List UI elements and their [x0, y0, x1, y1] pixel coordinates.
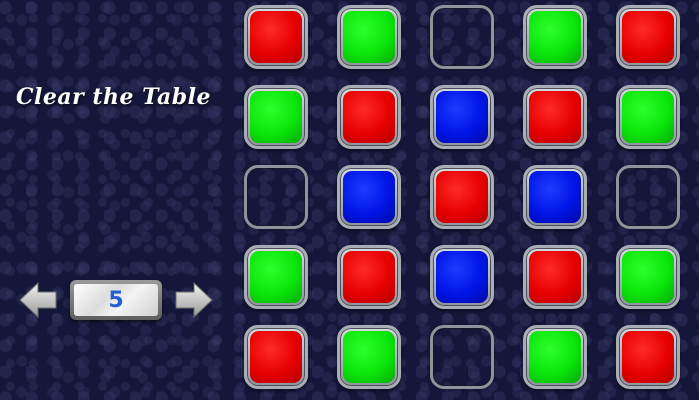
green-tile[interactable]	[337, 5, 401, 69]
tile-fill	[622, 331, 674, 383]
tile-fill	[433, 328, 491, 386]
tile-fill	[436, 251, 488, 303]
tile-fill	[343, 11, 395, 63]
level-number: 5	[74, 284, 158, 316]
green-tile[interactable]	[337, 325, 401, 389]
green-tile[interactable]	[616, 245, 680, 309]
red-tile[interactable]	[616, 325, 680, 389]
tile-fill	[436, 171, 488, 223]
red-tile[interactable]	[244, 5, 308, 69]
green-tile[interactable]	[616, 85, 680, 149]
green-tile[interactable]	[244, 85, 308, 149]
blue-tile[interactable]	[523, 165, 587, 229]
tile-fill	[436, 91, 488, 143]
blue-tile[interactable]	[337, 165, 401, 229]
tile-fill	[250, 331, 302, 383]
empty-slot	[430, 5, 494, 69]
tile-fill	[343, 91, 395, 143]
red-tile[interactable]	[430, 165, 494, 229]
empty-slot	[430, 325, 494, 389]
red-tile[interactable]	[523, 85, 587, 149]
tile-fill	[343, 171, 395, 223]
blue-tile[interactable]	[430, 245, 494, 309]
arrow-right-icon	[174, 280, 214, 320]
tile-fill	[529, 331, 581, 383]
tile-fill	[619, 168, 677, 226]
tile-fill	[247, 168, 305, 226]
blue-tile[interactable]	[430, 85, 494, 149]
tile-fill	[529, 251, 581, 303]
red-tile[interactable]	[337, 85, 401, 149]
green-tile[interactable]	[523, 325, 587, 389]
tile-fill	[622, 91, 674, 143]
arrow-left-icon	[18, 280, 58, 320]
level-selector: 5	[18, 278, 218, 324]
tile-fill	[343, 331, 395, 383]
tile-fill	[622, 251, 674, 303]
tile-fill	[433, 8, 491, 66]
tile-fill	[622, 11, 674, 63]
tile-fill	[529, 91, 581, 143]
tile-fill	[250, 251, 302, 303]
green-tile[interactable]	[244, 245, 308, 309]
red-tile[interactable]	[523, 245, 587, 309]
empty-slot	[616, 165, 680, 229]
tile-fill	[529, 171, 581, 223]
level-display: 5	[70, 280, 162, 320]
game-board	[244, 5, 694, 400]
red-tile[interactable]	[616, 5, 680, 69]
previous-level-button[interactable]	[18, 280, 58, 320]
empty-slot	[244, 165, 308, 229]
red-tile[interactable]	[244, 325, 308, 389]
green-tile[interactable]	[523, 5, 587, 69]
next-level-button[interactable]	[174, 280, 214, 320]
tile-fill	[529, 11, 581, 63]
red-tile[interactable]	[337, 245, 401, 309]
tile-fill	[250, 11, 302, 63]
game-title: Clear the Table	[16, 84, 211, 110]
tile-fill	[250, 91, 302, 143]
tile-fill	[343, 251, 395, 303]
